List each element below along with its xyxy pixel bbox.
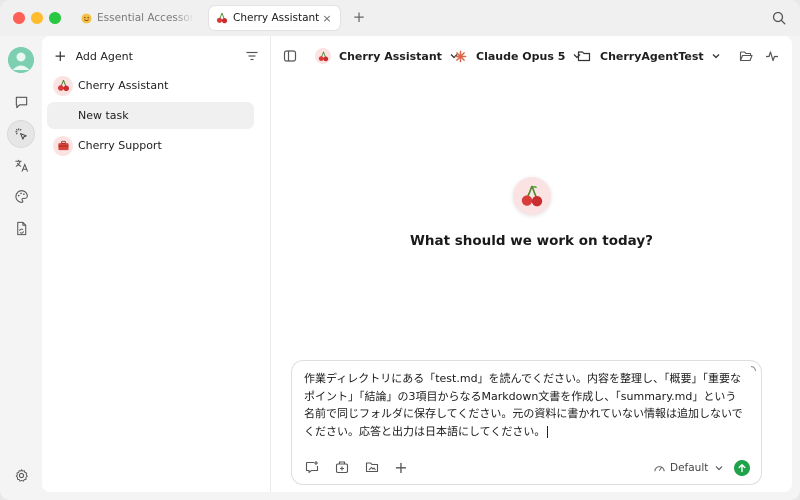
welcome-heading: What should we work on today? — [410, 233, 653, 249]
message-composer[interactable]: 作業ディレクトリにある「test.md」を読んでください。内容を整理し、「概要」… — [291, 360, 762, 485]
agent-list-panel: + Add Agent Cherry Assistant New task Ch… — [42, 36, 271, 492]
tab-cherry-assistant[interactable]: Cherry Assistant × — [209, 6, 340, 30]
cherry-icon — [216, 12, 228, 24]
cherry-icon — [53, 75, 73, 96]
cherry-icon — [521, 185, 543, 207]
toggle-sidebar-icon[interactable] — [283, 46, 299, 66]
tab-label: Cherry Assistant — [233, 12, 320, 24]
agent-label: Cherry Assistant — [78, 79, 169, 92]
gauge-icon — [654, 465, 665, 471]
app-window: Essential Accessories Cherry Assistant ×… — [0, 0, 800, 500]
loading-spinner-icon — [750, 365, 757, 372]
add-agent-button[interactable]: + Add Agent — [54, 46, 133, 66]
new-topic-icon[interactable] — [304, 459, 320, 475]
minimize-window-button[interactable] — [31, 12, 43, 24]
chat-icon[interactable] — [7, 88, 35, 116]
model-selector[interactable]: Claude Opus 5 — [452, 46, 582, 66]
agent-cursor-icon[interactable] — [7, 120, 35, 148]
tab-label: Essential Accessories — [97, 12, 194, 24]
chevron-down-icon — [712, 54, 720, 59]
toolbox-icon — [53, 135, 73, 156]
maximize-window-button[interactable] — [49, 12, 61, 24]
agent-label: New task — [78, 109, 129, 122]
open-folder-icon[interactable] — [739, 46, 755, 66]
activity-pulse-icon[interactable] — [765, 46, 781, 66]
add-icon[interactable]: + — [393, 458, 409, 477]
title-bar: Essential Accessories Cherry Assistant ×… — [0, 0, 800, 36]
user-avatar[interactable] — [8, 47, 34, 73]
tab-essential-accessories[interactable]: Essential Accessories — [74, 6, 194, 30]
reasoning-mode-selector[interactable]: Default — [653, 460, 724, 476]
palette-icon[interactable] — [7, 182, 35, 210]
agent-item-new-task[interactable]: New task — [47, 102, 254, 129]
model-name: Claude Opus 5 — [476, 49, 566, 63]
agent-item-cherry-assistant[interactable]: Cherry Assistant — [47, 72, 254, 99]
folder-icon — [576, 48, 592, 64]
folder-selector[interactable]: CherryAgentTest — [576, 46, 721, 66]
folder-name: CherryAgentTest — [600, 49, 704, 63]
attachment-icon[interactable] — [334, 459, 350, 475]
claude-starburst-icon — [452, 48, 468, 64]
file-sync-icon[interactable] — [7, 214, 35, 242]
assistant-avatar — [513, 177, 551, 215]
send-button[interactable] — [734, 460, 750, 476]
agent-item-cherry-support[interactable]: Cherry Support — [47, 132, 254, 159]
filter-icon[interactable] — [245, 48, 261, 64]
text-caret — [547, 425, 549, 438]
message-input[interactable]: 作業ディレクトリにある「test.md」を読んでください。内容を整理し、「概要」… — [304, 370, 744, 440]
settings-gear-icon[interactable] — [7, 461, 35, 489]
cherry-icon — [315, 48, 331, 64]
new-tab-button[interactable]: + — [351, 9, 367, 25]
mode-label: Default — [670, 462, 709, 474]
icon-rail — [0, 36, 42, 500]
agent-label: Cherry Support — [78, 139, 162, 152]
arrow-up-icon — [738, 464, 746, 473]
close-window-button[interactable] — [13, 12, 25, 24]
smiley-emoji-icon — [80, 12, 92, 24]
folder-image-icon[interactable] — [364, 459, 380, 475]
search-icon[interactable] — [772, 10, 788, 26]
close-tab-icon[interactable]: × — [320, 12, 334, 25]
main-toolbar: Cherry Assistant Claude Opus 5 CherryAge… — [271, 36, 792, 76]
chevron-down-icon — [715, 466, 723, 471]
translate-icon[interactable] — [7, 151, 35, 179]
main-panel: Cherry Assistant Claude Opus 5 CherryAge… — [271, 36, 792, 492]
assistant-name: Cherry Assistant — [339, 49, 442, 63]
add-agent-label: Add Agent — [75, 49, 133, 63]
message-text: 作業ディレクトリにある「test.md」を読んでください。内容を整理し、「概要」… — [304, 372, 743, 438]
assistant-selector[interactable]: Cherry Assistant — [315, 46, 459, 66]
plus-icon: + — [54, 47, 67, 65]
